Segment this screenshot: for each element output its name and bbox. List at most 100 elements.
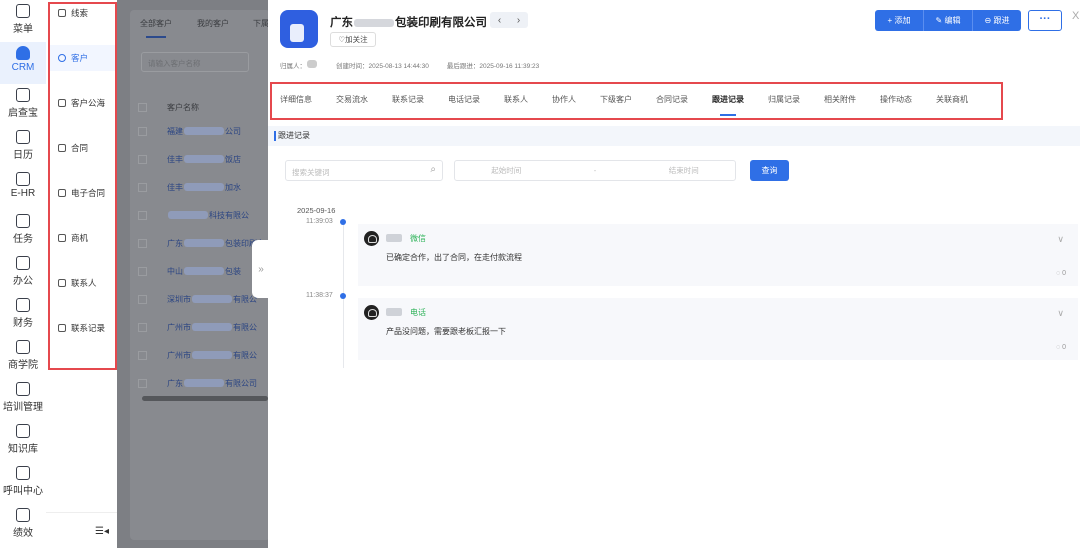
record-time: 11:39:03 (306, 218, 333, 225)
close-icon[interactable]: X (1072, 10, 1079, 22)
calendar-icon (16, 130, 30, 144)
nav-item[interactable]: 绩效 (0, 504, 46, 546)
nav-item[interactable]: 培训管理 (0, 378, 46, 420)
nav-label: 任务 (13, 234, 33, 245)
nav-item[interactable]: 办公 (0, 252, 46, 294)
tab[interactable]: 操作动态 (880, 84, 912, 118)
comment-count[interactable]: ◌ 0 (1056, 344, 1066, 351)
finance-icon (16, 298, 30, 312)
detail-tabs: 详细信息 交易流水 联系记录 电话记录 联系人 协作人 下级客户 合同记录 跟进记录 归属记录 相关… (270, 82, 1003, 120)
next-icon[interactable]: › (517, 15, 520, 26)
nav-item[interactable]: 启查宝 (0, 84, 46, 126)
query-button[interactable]: 查询 (750, 160, 789, 181)
nav-item[interactable]: 任务 (0, 210, 46, 252)
menu-grid-icon (16, 4, 30, 18)
nav-item[interactable]: CRM (0, 42, 46, 84)
nav-label: 商学院 (8, 360, 38, 371)
record-type: 电话 (410, 308, 426, 317)
comment-count[interactable]: ◌ 0 (1056, 270, 1066, 277)
bg-table-row: 福建 公司 (138, 124, 268, 138)
tab[interactable]: 联系人 (504, 84, 528, 118)
search-chart-icon (16, 88, 30, 102)
record-type: 微信 (410, 234, 426, 243)
training-icon (16, 382, 30, 396)
section-title: 跟进记录 (268, 126, 1080, 146)
nav-label: 财务 (13, 318, 33, 329)
nav-label: 启查宝 (8, 108, 38, 119)
nav-label: 办公 (13, 276, 33, 287)
horizontal-scrollbar (142, 396, 268, 401)
tab[interactable]: 交易流水 (336, 84, 368, 118)
avatar (364, 305, 379, 320)
end-date[interactable]: 结束时间 (669, 165, 699, 176)
tab[interactable]: 相关附件 (824, 84, 856, 118)
nav-label: 培训管理 (3, 402, 43, 413)
tab[interactable]: 归属记录 (768, 84, 800, 118)
tab[interactable]: 电话记录 (448, 84, 480, 118)
bg-table-row: 广州市 有限公 (138, 348, 268, 362)
bg-table-row: 广州市 有限公 (138, 320, 268, 334)
bg-table-row: 中山 包装 (138, 264, 268, 278)
follow-button[interactable]: ♡加关注 (330, 32, 376, 47)
tab[interactable]: 合同记录 (656, 84, 688, 118)
nav-item[interactable]: 知识库 (0, 420, 46, 462)
tab[interactable]: 详细信息 (280, 84, 312, 118)
nav-label: 呼叫中心 (3, 486, 43, 497)
timeline-date: 2025-09-16 (297, 206, 336, 215)
nav-item[interactable]: 菜单 (0, 0, 46, 42)
divider (46, 512, 117, 513)
record-nav: ‹ › (490, 12, 528, 28)
bg-tab: 全部客户 (140, 19, 172, 28)
timeline-dot (340, 219, 346, 225)
bg-search-input: 请输入客户名称 (141, 52, 249, 72)
more-button[interactable]: ··· (1028, 10, 1062, 31)
tab[interactable]: 跟进记录 (712, 84, 744, 118)
ehr-icon (16, 172, 30, 186)
tab[interactable]: 下级客户 (600, 84, 632, 118)
bg-table-row: 广东 有限公司 (138, 376, 268, 390)
tab[interactable]: 联系记录 (392, 84, 424, 118)
nav-item[interactable]: 日历 (0, 126, 46, 168)
bg-tab: 下属 (253, 19, 269, 28)
nav-label: 绩效 (13, 528, 33, 539)
bg-table-row: 广东 包装印刷有 (138, 236, 268, 250)
followup-record-card: 微信 已确定合作，出了合同，在走付款流程 ∨ ◌ 0 (358, 224, 1078, 286)
start-date[interactable]: 起始时间 (491, 165, 521, 176)
date-range-picker[interactable]: 起始时间 - 结束时间 (454, 160, 736, 181)
last-followup-value: 2025-09-16 11:39:23 (479, 63, 540, 70)
nav-item[interactable]: 呼叫中心 (0, 462, 46, 504)
graduation-cap-icon (16, 340, 30, 354)
last-followup-label: 最后跟进： (446, 63, 480, 70)
chevron-down-icon[interactable]: ∨ (1057, 234, 1064, 245)
column-header: 客户名称 (167, 102, 199, 112)
bg-table-row: 佳丰 饭店 (138, 152, 268, 166)
keyword-search-input[interactable]: 搜索关键词 ⌕ (285, 160, 443, 181)
search-icon[interactable]: ⌕ (430, 164, 436, 175)
owner-label: 归属人： (280, 63, 306, 70)
company-title: 广东 包装印刷有限公司 (330, 17, 487, 29)
bg-tab: 我的客户 (197, 19, 229, 28)
user-name-blurred (386, 308, 402, 316)
task-icon (16, 214, 30, 228)
record-content: 已确定合作，出了合同，在走付款流程 (386, 253, 522, 262)
edit-button[interactable]: ✎ 编辑 (924, 10, 973, 31)
nav-item[interactable]: E-HR (0, 168, 46, 210)
tab[interactable]: 关联商机 (936, 84, 968, 118)
chevron-down-icon[interactable]: ∨ (1057, 308, 1064, 319)
bg-table-row: 深圳市 有限公 (138, 292, 268, 306)
tab[interactable]: 协作人 (552, 84, 576, 118)
avatar (364, 231, 379, 246)
nav-item[interactable]: 商学院 (0, 336, 46, 378)
call-center-icon (16, 466, 30, 480)
meta-row: 归属人： 创建时间：2025-08-13 14:44:30 最后跟进：2025-… (280, 60, 539, 70)
timeline-dot (340, 293, 346, 299)
customer-detail-drawer: 广东 包装印刷有限公司 ‹ › ♡加关注 + 添加 ✎ 编辑 ⊖ 跟进 ··· X … (268, 0, 1080, 548)
prev-icon[interactable]: ‹ (498, 15, 501, 26)
add-button[interactable]: + 添加 (875, 10, 924, 31)
company-logo-icon (280, 10, 318, 48)
bg-table-row: 科技有限公 (138, 208, 268, 222)
collapse-menu-icon[interactable]: ☰◂ (95, 526, 109, 537)
bg-header: 客户名称 (138, 100, 268, 114)
nav-item[interactable]: 财务 (0, 294, 46, 336)
followup-button[interactable]: ⊖ 跟进 (973, 10, 1021, 31)
